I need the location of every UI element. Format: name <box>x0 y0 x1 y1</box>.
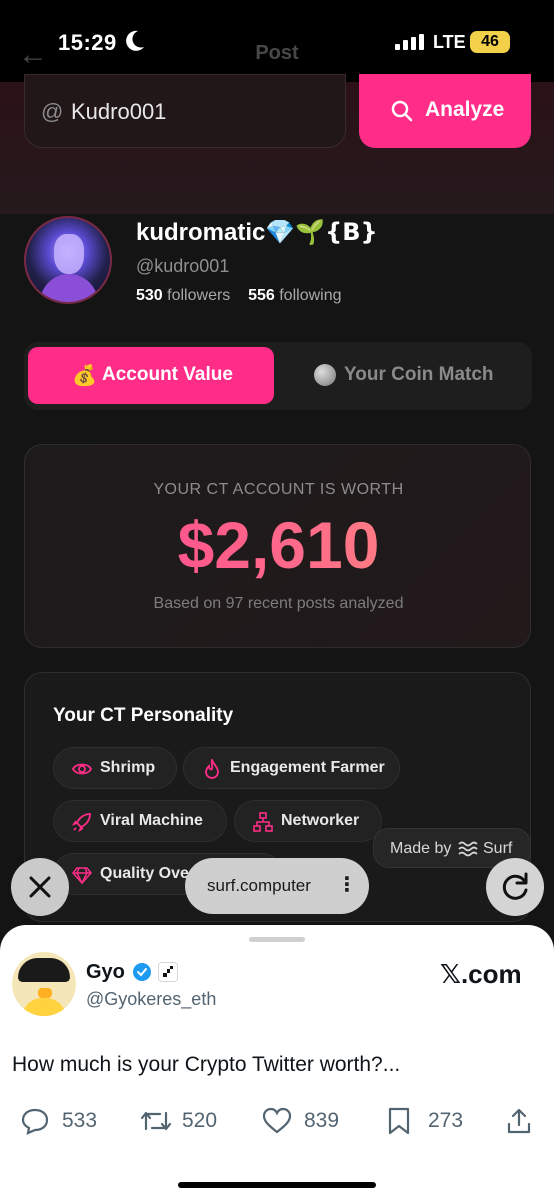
display-name-emoji: 💎🌱{B} <box>265 218 378 246</box>
handle-input[interactable]: @ Kudro001 <box>24 74 346 148</box>
reload-button[interactable] <box>486 858 544 916</box>
analyze-button-label: Analyze <box>425 98 505 121</box>
reply-button[interactable]: 533 <box>20 1105 110 1137</box>
followers-count: 530 <box>136 287 163 304</box>
trait-chip-shrimp: Shrimp <box>53 747 177 789</box>
more-options-icon[interactable]: ⋮ <box>337 872 357 897</box>
bookmark-button[interactable]: 273 <box>386 1105 476 1137</box>
personality-title: Your CT Personality <box>53 705 234 726</box>
follow-stats: 530 followers 556 following <box>136 287 342 305</box>
like-button[interactable]: 839 <box>262 1105 352 1137</box>
close-browser-button[interactable] <box>11 858 69 916</box>
tab-coin-match-label: Your Coin Match <box>344 364 494 385</box>
heart-icon <box>262 1107 292 1134</box>
coin-icon <box>314 364 336 386</box>
battery-icon: 46 <box>470 31 510 53</box>
money-bag-icon: 💰 <box>72 365 97 387</box>
clock: 15:29 <box>58 30 117 55</box>
handle-input-value: Kudro001 <box>71 99 167 124</box>
followers-label: followers <box>167 287 231 304</box>
reload-icon <box>502 872 528 900</box>
result-tabs: 💰 Account Value Your Coin Match <box>24 342 532 410</box>
at-symbol: @ <box>41 99 64 124</box>
profile-avatar <box>24 216 112 304</box>
tweet-text[interactable]: How much is your Crypto Twitter worth?..… <box>12 1053 400 1077</box>
account-value-amount: $2,610 <box>25 507 532 583</box>
profile-username: @kudro001 <box>136 256 230 276</box>
close-icon <box>29 876 51 898</box>
verified-badge-icon <box>133 963 151 981</box>
network-type: LTE <box>433 32 466 52</box>
status-bar: ← Post 15:29 LTE 46 <box>0 0 554 82</box>
tweet-sheet: Gyo @Gyokeres_eth 𝕏.com How much is your… <box>0 925 554 1200</box>
tab-account-value-label: Account Value <box>102 364 233 385</box>
rocket-icon <box>72 813 91 832</box>
value-note: Based on 97 recent posts analyzed <box>153 595 404 612</box>
flame-icon <box>205 759 219 779</box>
x-com-logo[interactable]: 𝕏.com <box>440 959 522 990</box>
search-icon <box>391 100 413 122</box>
profile-display-name: kudromatic💎🌱{B} <box>136 218 378 246</box>
poster-name[interactable]: Gyo <box>86 961 125 984</box>
search-header: @ Kudro001 Analyze <box>0 74 554 214</box>
signal-icon <box>395 34 424 50</box>
share-icon <box>507 1108 531 1134</box>
home-indicator <box>178 1182 376 1188</box>
network-icon <box>253 812 273 832</box>
surf-logo-icon <box>458 841 478 857</box>
share-button[interactable] <box>506 1105 534 1137</box>
eye-icon <box>72 763 92 775</box>
reply-icon <box>21 1108 49 1135</box>
poster-avatar[interactable] <box>12 952 76 1016</box>
repost-button[interactable]: 520 <box>140 1105 230 1137</box>
url-bar[interactable]: surf.computer ⋮ <box>185 858 369 914</box>
analyze-button[interactable]: Analyze <box>359 74 531 148</box>
following-count: 556 <box>248 287 275 304</box>
diamond-icon <box>72 867 92 885</box>
sheet-grabber[interactable] <box>249 937 305 942</box>
affiliate-badge-icon <box>158 962 178 982</box>
following-label: following <box>279 287 342 304</box>
tweet-actions: 533 520 839 273 <box>0 1105 554 1137</box>
bookmark-icon <box>388 1107 410 1135</box>
account-value-card: YOUR CT ACCOUNT IS WORTH $2,610 Based on… <box>24 444 531 648</box>
trait-chip-networker: Networker <box>234 800 382 842</box>
repost-icon <box>140 1111 172 1131</box>
url-text: surf.computer <box>207 876 311 895</box>
trait-chip-viral-machine: Viral Machine <box>53 800 227 842</box>
value-caption: YOUR CT ACCOUNT IS WORTH <box>153 481 404 498</box>
trait-chip-engagement-farmer: Engagement Farmer <box>183 747 400 789</box>
tab-account-value[interactable]: 💰 Account Value <box>28 347 274 404</box>
moon-icon <box>126 30 144 51</box>
poster-handle: @Gyokeres_eth <box>86 989 217 1009</box>
